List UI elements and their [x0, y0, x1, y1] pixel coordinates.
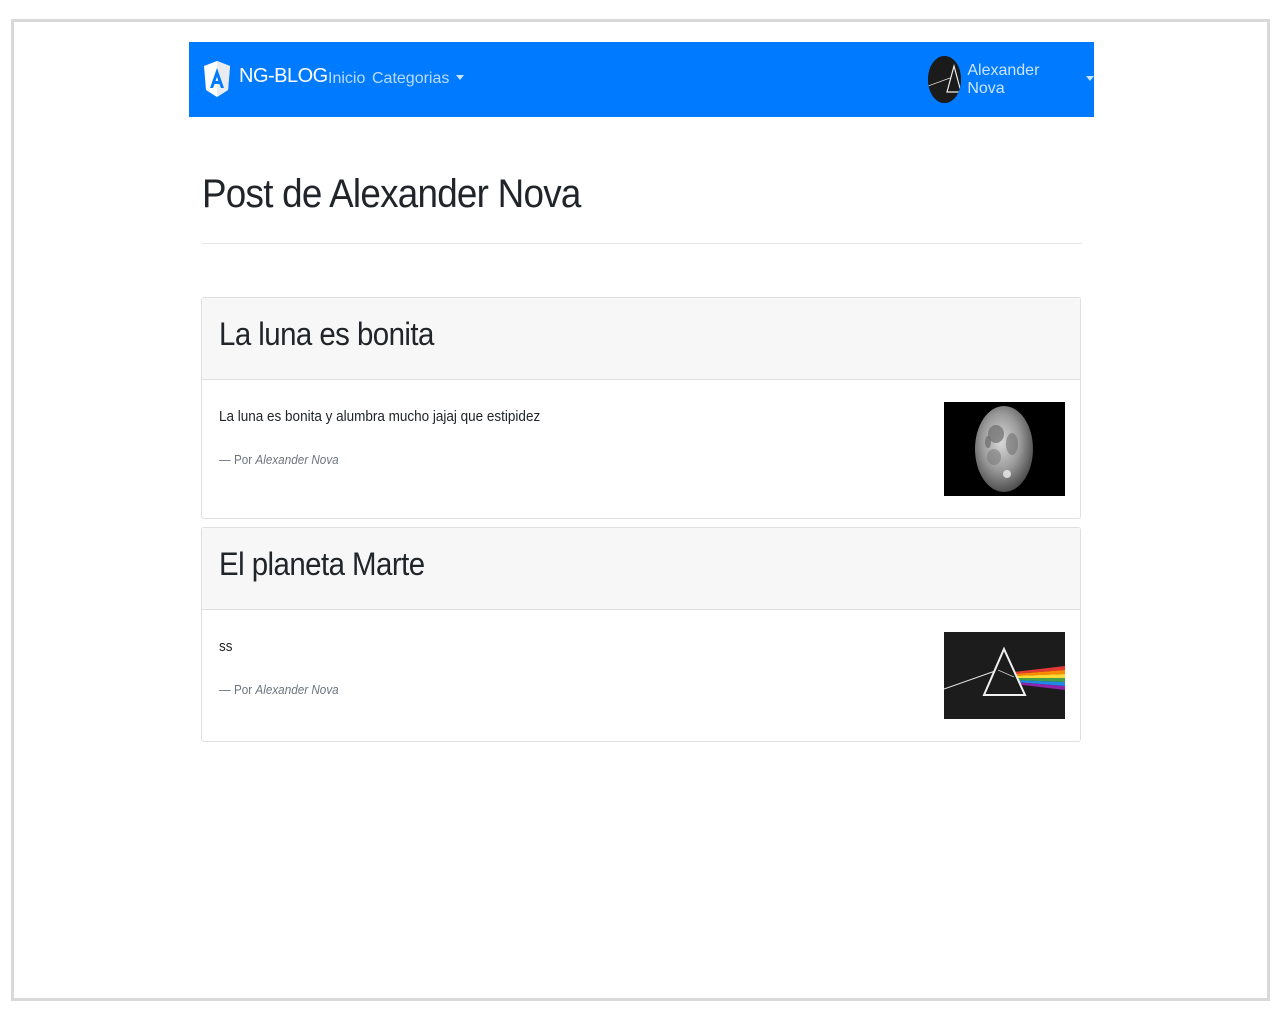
user-name: Alexander Nova	[967, 61, 1040, 97]
caret-down-icon	[456, 74, 465, 80]
author-prefix: — Por	[219, 682, 253, 697]
author-name: Alexander Nova	[255, 452, 339, 467]
post-card-header: La luna es bonita	[202, 298, 1080, 380]
angular-logo-icon[interactable]	[203, 60, 231, 98]
post-text: La luna es bonita y alumbra mucho jajaj …	[219, 408, 541, 425]
moon-image	[944, 402, 1065, 496]
post-author: — Por Alexander Nova	[219, 682, 339, 697]
post-author: — Por Alexander Nova	[219, 452, 339, 467]
prism-image	[944, 632, 1065, 719]
caret-down-icon	[1086, 75, 1094, 81]
post-text: ss	[219, 638, 233, 655]
nav-dropdown-categorias[interactable]: Categorias	[372, 70, 465, 88]
nav-link-inicio[interactable]: Inicio	[328, 70, 365, 88]
post-card: El planeta Marte ss — Por Alexander Nova	[201, 527, 1081, 742]
page-title: Post de Alexander Nova	[202, 172, 581, 216]
post-title[interactable]: El planeta Marte	[219, 546, 425, 583]
brand-name[interactable]: NG-BLOG	[239, 65, 328, 88]
top-navbar: NG-BLOG Inicio Categorias Alexander Nova	[189, 42, 1094, 117]
post-card: La luna es bonita La luna es bonita y al…	[201, 297, 1081, 519]
title-divider	[202, 243, 1082, 244]
nav-dropdown-label: Categorias	[372, 70, 450, 87]
user-avatar	[928, 56, 962, 103]
user-menu-dropdown[interactable]: Alexander Nova	[928, 56, 1094, 103]
author-prefix: — Por	[219, 452, 253, 467]
prism-avatar-icon	[928, 56, 962, 103]
post-card-header: El planeta Marte	[202, 528, 1080, 610]
post-title[interactable]: La luna es bonita	[219, 316, 434, 353]
author-name: Alexander Nova	[255, 682, 339, 697]
